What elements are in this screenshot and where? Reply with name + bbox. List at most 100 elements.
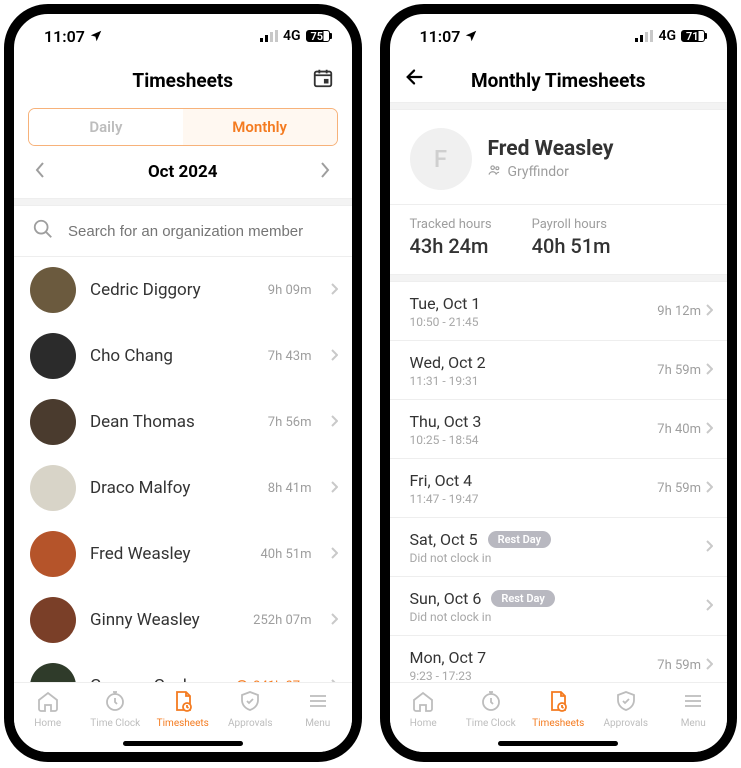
- tab-label: Menu: [305, 718, 330, 729]
- avatar: [30, 399, 76, 445]
- day-subtitle: 9:23 - 17:23: [410, 669, 658, 683]
- tab-label: Home: [34, 718, 61, 729]
- day-row[interactable]: Wed, Oct 2 11:31 - 19:317h 59m: [390, 341, 728, 399]
- phone-timesheets-list: 11:07 4G 75 Timesheets Daily Monthly: [4, 4, 362, 762]
- member-row[interactable]: Cedric Diggory9h 09m: [14, 257, 352, 323]
- chevron-right-icon: [330, 479, 338, 498]
- member-name: Draco Malfoy: [90, 478, 254, 498]
- stopwatch-icon: [479, 689, 503, 716]
- phone-monthly-detail: 11:07 4G 71 Monthly Timesheets F Fred We…: [380, 4, 738, 762]
- search-row[interactable]: [14, 206, 352, 256]
- shield-check-icon: [238, 689, 262, 716]
- tracked-hours-stat: Tracked hours 43h 24m: [410, 217, 492, 258]
- search-input[interactable]: [68, 223, 334, 240]
- member-name: Cho Chang: [90, 346, 254, 366]
- member-row[interactable]: Fred Weasley40h 51m: [14, 521, 352, 587]
- home-indicator[interactable]: [123, 741, 243, 746]
- calendar-icon[interactable]: [312, 67, 334, 94]
- member-time: 7h 56m: [268, 415, 312, 430]
- day-duration: 7h 59m: [657, 481, 701, 496]
- tab-approvals[interactable]: Approvals: [217, 689, 285, 729]
- tab-menu[interactable]: Menu: [284, 689, 352, 729]
- home-indicator[interactable]: [498, 741, 618, 746]
- stat-value: 43h 24m: [410, 234, 492, 258]
- avatar: [30, 465, 76, 511]
- members-list: Cedric Diggory9h 09mCho Chang7h 43mDean …: [14, 257, 352, 682]
- avatar: [30, 663, 76, 682]
- tab-menu[interactable]: Menu: [660, 689, 728, 729]
- avatar: [30, 531, 76, 577]
- day-row[interactable]: Mon, Oct 79:23 - 17:237h 59m: [390, 636, 728, 682]
- tab-approvals[interactable]: Approvals: [592, 689, 660, 729]
- view-segmented-control: Daily Monthly: [14, 102, 352, 146]
- next-month-button[interactable]: [315, 160, 335, 184]
- tab-monthly[interactable]: Monthly: [183, 109, 337, 145]
- tab-daily[interactable]: Daily: [29, 109, 183, 145]
- chevron-right-icon: [705, 538, 713, 557]
- rest-day-badge: Rest Day: [488, 531, 551, 548]
- location-icon: [464, 29, 478, 43]
- day-duration: 7h 59m: [657, 658, 701, 673]
- day-title: Wed, Oct 2: [410, 353, 658, 372]
- avatar: [30, 333, 76, 379]
- tab-label: Time Clock: [90, 718, 140, 729]
- member-row[interactable]: Dean Thomas 7h 56m: [14, 389, 352, 455]
- day-row[interactable]: Thu, Oct 310:25 - 18:547h 40m: [390, 400, 728, 458]
- tab-home[interactable]: Home: [390, 689, 458, 729]
- person-group: Gryffindor: [488, 163, 614, 181]
- member-name: Dean Thomas: [90, 412, 254, 432]
- group-label: Gryffindor: [508, 164, 569, 180]
- page-title: Timesheets: [132, 69, 233, 92]
- stats-row: Tracked hours 43h 24m Payroll hours 40h …: [390, 205, 728, 274]
- month-label: Oct 2024: [148, 162, 218, 182]
- member-name: Cedric Diggory: [90, 280, 254, 300]
- day-subtitle: 11:31 - 19:31: [410, 374, 658, 388]
- tab-time-clock[interactable]: Time Clock: [82, 689, 150, 729]
- tab-time-clock[interactable]: Time Clock: [457, 689, 525, 729]
- member-time: 8h 41m: [268, 481, 312, 496]
- stat-label: Tracked hours: [410, 217, 492, 232]
- status-bar: 11:07 4G 75: [14, 14, 352, 58]
- status-bar: 11:07 4G 71: [390, 14, 728, 58]
- member-row[interactable]: Draco Malfoy 8h 41m: [14, 455, 352, 521]
- day-row[interactable]: Tue, Oct 110:50 - 21:459h 12m: [390, 282, 728, 340]
- day-subtitle: 10:50 - 21:45: [410, 315, 658, 329]
- member-row[interactable]: Cho Chang7h 43m: [14, 323, 352, 389]
- person-name: Fred Weasley: [488, 137, 614, 161]
- day-subtitle: Did not clock in: [410, 551, 706, 565]
- day-row[interactable]: Sun, Oct 6Rest DayDid not clock in: [390, 577, 728, 635]
- tab-label: Timesheets: [157, 718, 209, 729]
- shield-check-icon: [614, 689, 638, 716]
- day-row[interactable]: Sat, Oct 5Rest DayDid not clock in: [390, 518, 728, 576]
- avatar: F: [410, 128, 472, 190]
- day-duration: 7h 59m: [657, 363, 701, 378]
- prev-month-button[interactable]: [30, 160, 50, 184]
- header: Monthly Timesheets: [390, 58, 728, 102]
- tab-home[interactable]: Home: [14, 689, 82, 729]
- chevron-right-icon: [330, 347, 338, 366]
- avatar: [30, 267, 76, 313]
- chevron-right-icon: [705, 361, 713, 380]
- tab-timesheets[interactable]: Timesheets: [525, 689, 593, 729]
- signal-icon: [260, 30, 278, 42]
- status-time: 11:07: [44, 27, 85, 46]
- profile-header: F Fred Weasley Gryffindor: [390, 110, 728, 204]
- tab-label: Home: [410, 718, 437, 729]
- member-time: 40h 51m: [260, 547, 311, 562]
- tab-timesheets[interactable]: Timesheets: [149, 689, 217, 729]
- day-subtitle: Did not clock in: [410, 610, 706, 624]
- home-icon: [411, 689, 435, 716]
- day-duration: 7h 40m: [657, 422, 701, 437]
- member-row[interactable]: Ginny Weasley252h 07m: [14, 587, 352, 653]
- day-row[interactable]: Fri, Oct 411:47 - 19:477h 59m: [390, 459, 728, 517]
- page-title: Monthly Timesheets: [471, 69, 646, 92]
- divider: [390, 274, 728, 282]
- chevron-right-icon: [330, 545, 338, 564]
- chevron-right-icon: [705, 479, 713, 498]
- divider: [14, 198, 352, 206]
- back-button[interactable]: [404, 66, 426, 94]
- days-list: Tue, Oct 110:50 - 21:459h 12m Wed, Oct 2 1…: [390, 282, 728, 682]
- member-row[interactable]: Gregory Goyle241h 07m: [14, 653, 352, 682]
- tab-label: Approvals: [604, 718, 648, 729]
- chevron-right-icon: [705, 302, 713, 321]
